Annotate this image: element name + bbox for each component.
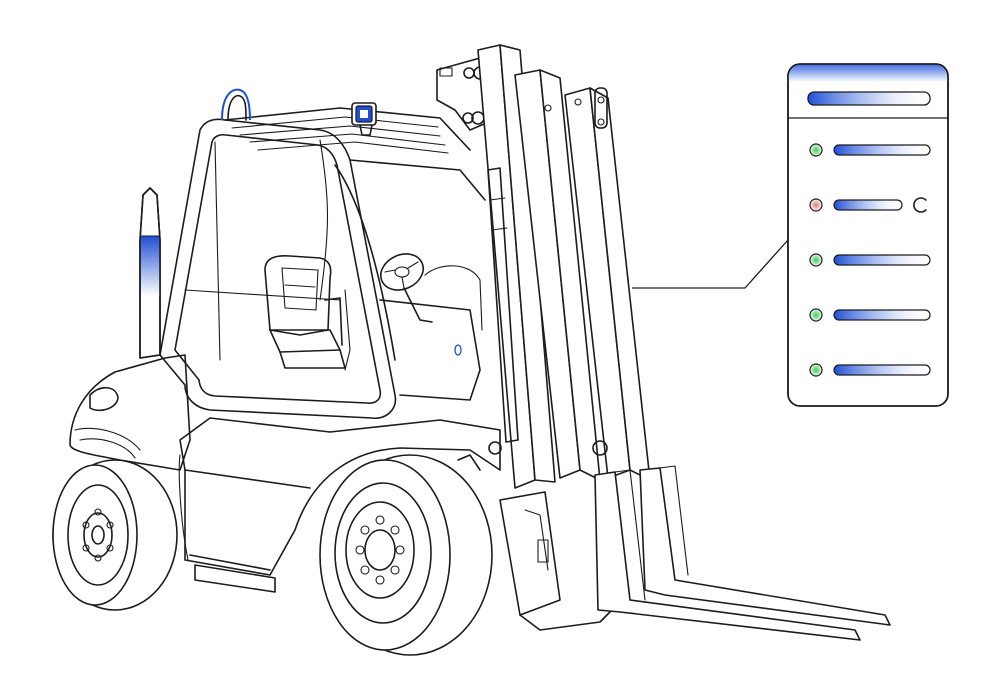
status-bar <box>833 364 931 376</box>
exhaust-stack-icon <box>139 187 161 359</box>
status-panel <box>787 63 949 407</box>
status-bar <box>833 199 903 211</box>
panel-header-bar <box>807 91 931 106</box>
fork-icon <box>519 465 891 641</box>
forklift-illustration <box>52 44 891 656</box>
status-bar <box>833 254 931 266</box>
status-led-ok <box>809 143 823 157</box>
cab-frame <box>159 107 486 420</box>
seat-icon <box>264 255 346 369</box>
steering-wheel-icon <box>380 253 433 323</box>
status-bar <box>833 309 931 321</box>
front-wheel <box>319 454 493 656</box>
status-led-ok <box>809 253 823 267</box>
callout-connector <box>632 239 789 289</box>
status-led-ok <box>809 363 823 377</box>
status-bar <box>833 144 931 156</box>
rear-wheel <box>52 459 178 611</box>
forklift-diagram <box>52 44 949 656</box>
beacon-light-icon <box>221 88 251 121</box>
status-led-ok <box>809 308 823 322</box>
work-light-icon <box>351 102 377 136</box>
status-led-fault <box>809 198 823 212</box>
